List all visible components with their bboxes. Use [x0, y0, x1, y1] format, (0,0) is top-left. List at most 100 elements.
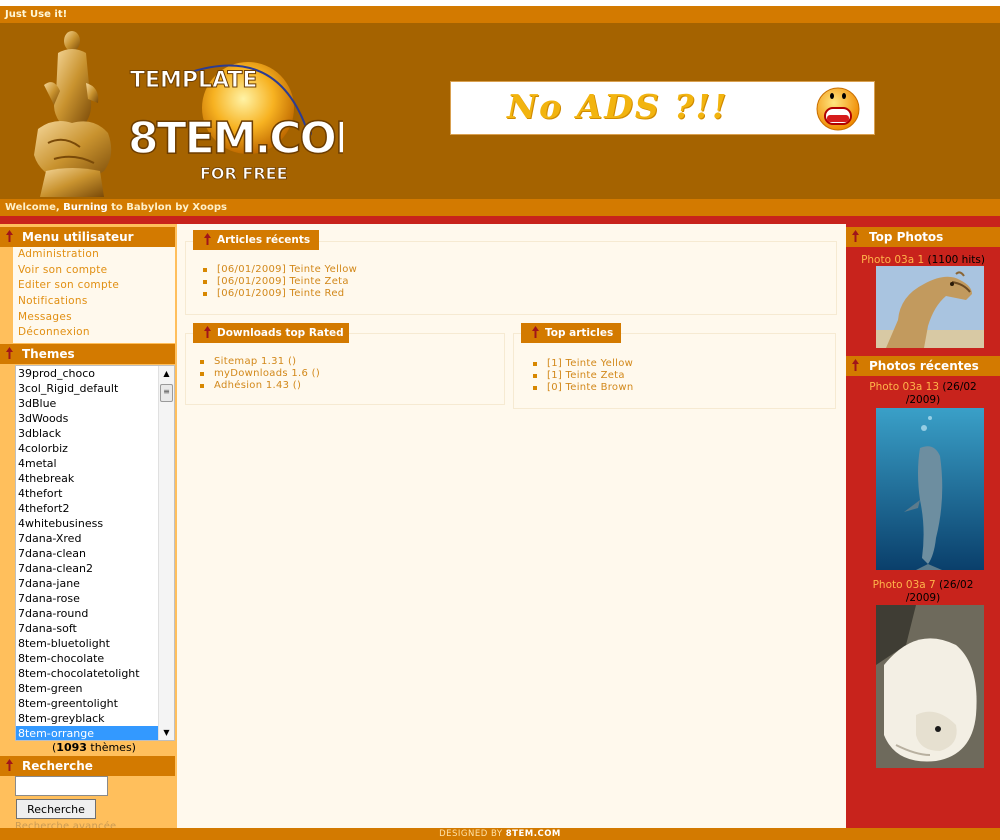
scroll-up-icon[interactable]: ▲	[159, 366, 174, 381]
bullet-icon	[533, 362, 537, 366]
theme-option[interactable]: 8tem-bluetolight	[16, 636, 174, 651]
theme-option[interactable]: 7dana-jane	[16, 576, 174, 591]
theme-option[interactable]: 7dana-clean2	[16, 561, 174, 576]
search-button[interactable]: Recherche	[16, 799, 96, 819]
dolphin-photo[interactable]	[876, 408, 984, 570]
theme-option[interactable]: 7dana-rose	[16, 591, 174, 606]
themes-options: 39prod_choco 3col_Rigid_default 3dBlue 3dWo…	[16, 366, 174, 740]
theme-option[interactable]: 4whitebusiness	[16, 516, 174, 531]
download-link[interactable]: Adhésion 1.43 ()	[214, 380, 301, 391]
welcome-bar: Welcome, Burning to Babylon by Xoops	[0, 199, 1000, 216]
downloads-top-title: Downloads top Rated	[193, 323, 349, 343]
theme-option[interactable]: 7dana-soft	[16, 621, 174, 636]
download-item[interactable]: myDownloads 1.6 ()	[199, 368, 320, 380]
themes-listbox[interactable]: 39prod_choco 3col_Rigid_default 3dBlue 3dWo…	[15, 365, 175, 741]
top-article-link[interactable]: [0] Teinte Brown	[547, 382, 633, 393]
menu-item-edit-account[interactable]: Editer son compte	[13, 278, 175, 294]
red-divider	[0, 216, 1000, 224]
top-articles-list: [1] Teinte Yellow [1] Teinte Zeta [0] Te…	[532, 358, 633, 394]
top-article-link[interactable]: [1] Teinte Zeta	[547, 370, 625, 381]
svg-text:8TEM.COM: 8TEM.COM	[128, 113, 343, 164]
welcome-prefix: Welcome,	[5, 202, 60, 213]
theme-option[interactable]: 8tem-green	[16, 681, 174, 696]
theme-option[interactable]: 8tem-chocolate	[16, 651, 174, 666]
pin-icon	[6, 347, 13, 359]
recent-article-item[interactable]: [06/01/2009] Teinte Yellow	[202, 264, 357, 276]
recent-article-link[interactable]: [06/01/2009] Teinte Red	[217, 288, 344, 299]
menu-item-notifications[interactable]: Notifications	[13, 294, 175, 310]
theme-option[interactable]: 39prod_choco	[16, 366, 174, 381]
svg-text:TEMPLATE: TEMPLATE	[130, 68, 257, 93]
recent-photos-title-text: Photos récentes	[869, 359, 979, 373]
pin-icon	[852, 230, 859, 242]
theme-option[interactable]: 4colorbiz	[16, 441, 174, 456]
top-photos-title-text: Top Photos	[869, 230, 944, 244]
theme-option[interactable]: 7dana-round	[16, 606, 174, 621]
top-article-link[interactable]: [1] Teinte Yellow	[547, 358, 633, 369]
top-article-item[interactable]: [1] Teinte Zeta	[532, 370, 633, 382]
theme-option[interactable]: 3dBlue	[16, 396, 174, 411]
download-link[interactable]: Sitemap 1.31 ()	[214, 356, 296, 367]
theme-option[interactable]: 4thefort2	[16, 501, 174, 516]
camel-photo[interactable]	[876, 266, 984, 348]
theme-option[interactable]: 8tem-greentolight	[16, 696, 174, 711]
theme-option[interactable]: 3dWoods	[16, 411, 174, 426]
theme-option[interactable]: 7dana-Xred	[16, 531, 174, 546]
download-item[interactable]: Adhésion 1.43 ()	[199, 380, 320, 392]
download-item[interactable]: Sitemap 1.31 ()	[199, 356, 320, 368]
pin-icon	[6, 230, 13, 242]
scroll-thumb[interactable]: ≡	[160, 384, 173, 402]
downloads-top-box: Downloads top Rated Sitemap 1.31 () myDo…	[185, 323, 505, 405]
recent-article-item[interactable]: [06/01/2009] Teinte Zeta	[202, 276, 357, 288]
top-articles-title: Top articles	[521, 323, 621, 343]
themes-scrollbar[interactable]: ▲ ≡ ▼	[158, 366, 174, 740]
theme-option[interactable]: 8tem-chocolatetolight	[16, 666, 174, 681]
scroll-down-icon[interactable]: ▼	[159, 725, 174, 740]
theme-option[interactable]: 7dana-clean	[16, 546, 174, 561]
theme-option[interactable]: 3dblack	[16, 426, 174, 441]
download-link[interactable]: myDownloads 1.6 ()	[214, 368, 320, 379]
welcome-username: Burning	[63, 202, 108, 213]
search-input[interactable]	[15, 776, 108, 796]
page: Just Use it! TEMPLATE 8TEM.CO FOR FREE N…	[0, 6, 1000, 840]
menu-item-view-account[interactable]: Voir son compte	[13, 263, 175, 279]
theme-option[interactable]: 4metal	[16, 456, 174, 471]
recent-article-link[interactable]: [06/01/2009] Teinte Yellow	[217, 264, 357, 275]
top-photo-link[interactable]: Photo 03a 1	[861, 254, 924, 266]
recent-article-item[interactable]: [06/01/2009] Teinte Red	[202, 288, 357, 300]
footer-brand-link[interactable]: 8TEM.COM	[506, 829, 561, 839]
tagline: Just Use it!	[5, 9, 68, 20]
recent-articles-box: Articles récents [06/01/2009] Teinte Yel…	[185, 230, 837, 315]
bullet-icon	[200, 360, 204, 364]
ad-banner[interactable]: No ADS ?!!	[450, 81, 875, 135]
recent-photo-date-year: /2009)	[905, 592, 941, 604]
search-title: Recherche	[0, 756, 175, 776]
polar-bear-photo[interactable]	[876, 605, 984, 768]
themes-count-suffix: thèmes)	[86, 741, 136, 754]
theme-option[interactable]: 8tem-greyblack	[16, 711, 174, 726]
header-banner: TEMPLATE 8TEM.COM FOR FREE No ADS ?!!	[0, 23, 1000, 199]
top-articles-title-text: Top articles	[545, 327, 614, 339]
menu-item-messages[interactable]: Messages	[13, 310, 175, 326]
theme-option[interactable]: 4thebreak	[16, 471, 174, 486]
pin-icon	[6, 759, 13, 771]
bullet-icon	[533, 386, 537, 390]
pin-icon	[204, 326, 211, 338]
top-article-item[interactable]: [1] Teinte Yellow	[532, 358, 633, 370]
recent-photo-link[interactable]: Photo 03a 7	[873, 579, 936, 591]
recent-photo-link[interactable]: Photo 03a 13	[869, 381, 939, 393]
recent-articles-title-text: Articles récents	[217, 234, 311, 246]
user-menu-list: Administration Voir son compte Editer so…	[13, 247, 175, 343]
theme-option[interactable]: 4thefort	[16, 486, 174, 501]
site-logo: TEMPLATE 8TEM.COM FOR FREE	[128, 62, 343, 183]
menu-item-logout[interactable]: Déconnexion	[13, 325, 175, 341]
top-article-item[interactable]: [0] Teinte Brown	[532, 382, 633, 394]
menu-item-administration[interactable]: Administration	[13, 247, 175, 263]
user-menu-title-text: Menu utilisateur	[22, 230, 134, 244]
footer-prefix: DESIGNED BY	[439, 829, 506, 839]
theme-option[interactable]: 8tem-orrange	[16, 726, 174, 740]
theme-option[interactable]: 3col_Rigid_default	[16, 381, 174, 396]
pin-icon	[532, 326, 539, 338]
top-photos-title: Top Photos	[846, 227, 1000, 247]
recent-article-link[interactable]: [06/01/2009] Teinte Zeta	[217, 276, 349, 287]
